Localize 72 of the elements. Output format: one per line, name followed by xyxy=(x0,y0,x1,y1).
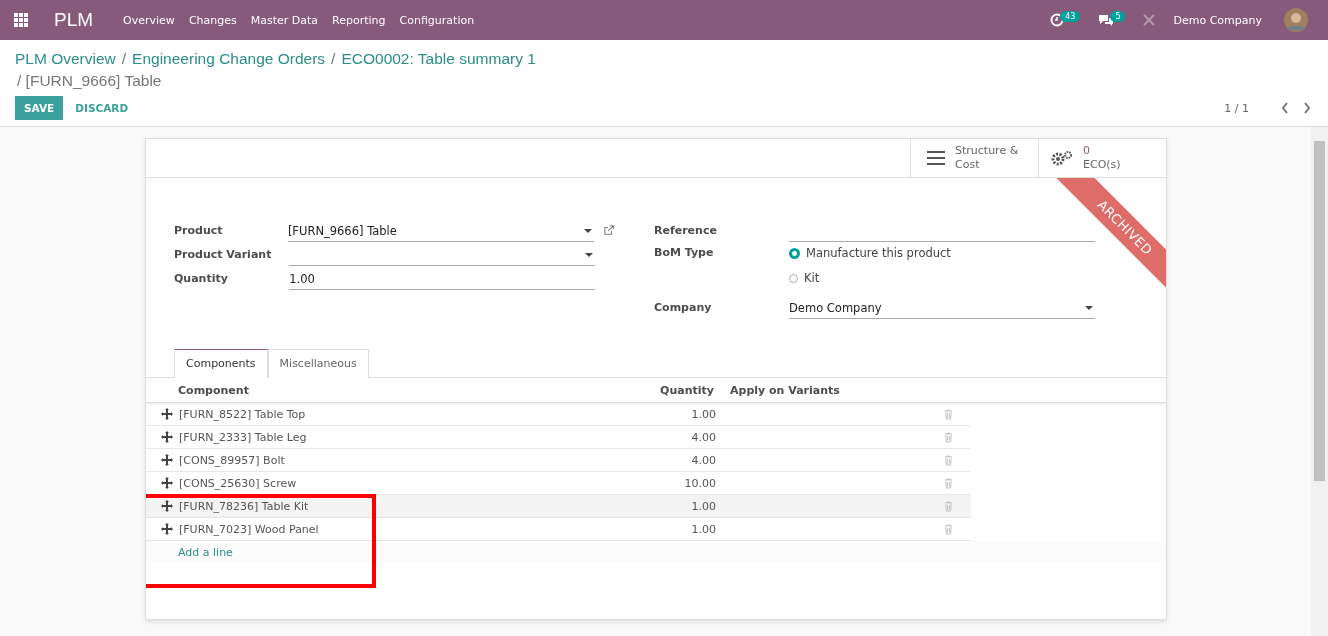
field-label: Quantity xyxy=(174,272,229,287)
field-label: Reference xyxy=(654,224,718,239)
table-row[interactable]: [CONS_89957] Bolt 4.00 xyxy=(146,449,971,472)
external-link-icon[interactable] xyxy=(603,224,614,236)
table-cell-text: [CONS_89957] Bolt xyxy=(179,453,286,467)
input-field[interactable]: [FURN_9666] Table xyxy=(287,221,594,242)
table-row[interactable]: [FURN_8522] Table Top 1.00 xyxy=(146,403,971,426)
menu-item[interactable]: Reporting xyxy=(332,13,386,27)
column-header: Quantity xyxy=(659,383,714,397)
table-cell-text: 4.00 xyxy=(690,430,716,444)
smart-button[interactable]: 0 ECO(s) xyxy=(1038,139,1166,177)
input-field[interactable]: 1.00 xyxy=(289,269,596,290)
breadcrumb-separator: / xyxy=(121,50,127,68)
table-cell-text: [FURN_78236] Table Kit xyxy=(179,499,310,513)
breadcrumb-separator: / xyxy=(331,50,336,68)
table-cell-text: [CONS_25630] Screw xyxy=(179,476,298,490)
table-cell-text: 1.00 xyxy=(690,499,716,513)
table-row[interactable]: [FURN_78236] Table Kit 1.00 xyxy=(146,495,971,518)
table-cell-text: 1.00 xyxy=(690,522,716,536)
table-cell-text: [FURN_7023] Wood Panel xyxy=(179,522,320,536)
breadcrumb-link[interactable]: PLM Overview xyxy=(15,50,116,68)
list-icon xyxy=(927,151,945,165)
menu-item[interactable]: Configuration xyxy=(399,13,475,27)
field-label: Product Variant xyxy=(174,248,273,263)
table-cell-text: 1.00 xyxy=(690,407,716,421)
message-count-badge: 5 xyxy=(1110,10,1126,22)
add-line-link[interactable]: Add a line xyxy=(178,545,233,559)
activity-count-badge: 43 xyxy=(1060,10,1081,22)
table-cell-text: [FURN_8522] Table Top xyxy=(179,407,307,421)
table-cell-text: [FURN_2333] Table Leg xyxy=(179,430,308,444)
drag-handle-icon[interactable] xyxy=(161,408,173,420)
breadcrumb-link[interactable]: Engineering Change Orders xyxy=(132,50,326,68)
next-icon[interactable] xyxy=(1303,102,1311,114)
discard-button[interactable]: DISCARD xyxy=(63,96,141,120)
app-name: PLM xyxy=(54,9,94,31)
drag-handle-icon[interactable] xyxy=(161,477,173,489)
chat-icon[interactable] xyxy=(1098,13,1115,27)
drag-handle-icon[interactable] xyxy=(161,500,173,512)
column-header: Component xyxy=(178,383,250,397)
user-avatar[interactable] xyxy=(1284,8,1308,32)
apps-menu-icon[interactable] xyxy=(14,13,28,27)
drag-handle-icon[interactable] xyxy=(161,431,173,443)
company-switcher[interactable]: Demo Company xyxy=(1173,13,1262,27)
tab[interactable]: Miscellaneous xyxy=(267,349,369,378)
menu-item[interactable]: Master Data xyxy=(250,13,319,27)
drag-handle-icon[interactable] xyxy=(161,523,173,535)
field-label: Company xyxy=(654,301,713,316)
caret-icon xyxy=(585,253,594,257)
drag-handle-icon[interactable] xyxy=(161,454,173,466)
input-field[interactable]: Demo Company xyxy=(789,298,1095,319)
gears-icon xyxy=(1051,150,1073,166)
table-cell-text: 10.00 xyxy=(683,476,716,490)
table-cell-text: 4.00 xyxy=(690,453,716,467)
caret-icon xyxy=(583,229,592,233)
column-header: Apply on Variants xyxy=(729,383,841,397)
table-row[interactable]: [FURN_2333] Table Leg 4.00 xyxy=(146,426,971,449)
caret-icon xyxy=(1085,306,1093,310)
save-button[interactable]: SAVE xyxy=(15,96,64,120)
field-label: BoM Type xyxy=(654,246,715,261)
field-label: Product xyxy=(174,224,224,239)
radio-option[interactable]: Manufacture this product xyxy=(789,246,951,260)
clock-icon[interactable] xyxy=(1050,13,1065,27)
scrollbar[interactable] xyxy=(1311,127,1328,636)
tab[interactable]: Components xyxy=(174,349,268,378)
breadcrumb-current: / [FURN_9666] Table xyxy=(17,72,163,90)
menu-item[interactable]: Overview xyxy=(123,13,175,27)
radio-option[interactable]: Kit xyxy=(789,271,951,285)
previous-icon[interactable] xyxy=(1281,102,1289,114)
smart-button[interactable]: Structure & Cost xyxy=(910,139,1038,177)
menu-item[interactable]: Changes xyxy=(188,13,237,27)
breadcrumb-link[interactable]: ECO0002: Table summary 1 xyxy=(341,50,536,68)
pager-value: 1 / 1 xyxy=(1224,101,1249,115)
